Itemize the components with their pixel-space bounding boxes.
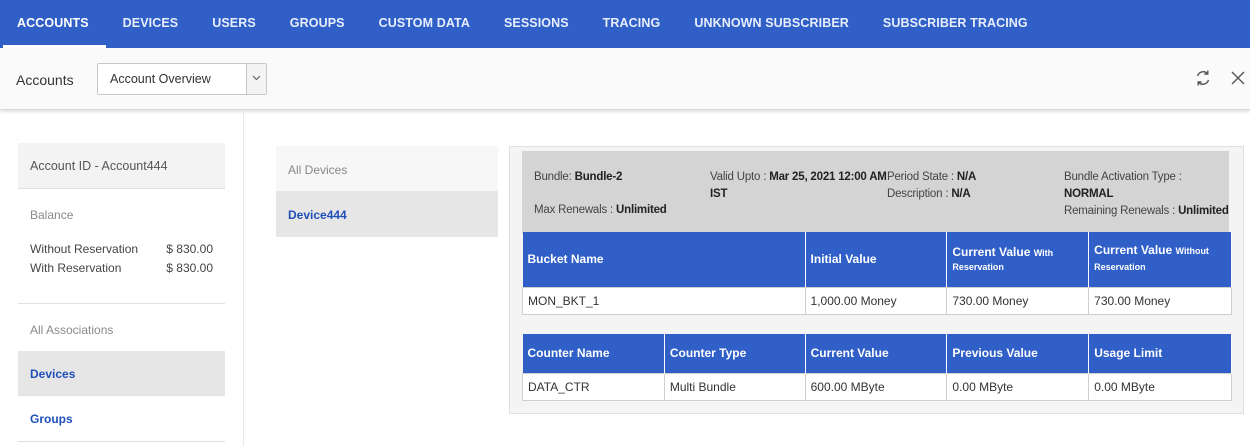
column-header: Current Value With Reservation — [946, 232, 1090, 287]
table-cell: 0.00 MByte — [946, 372, 1090, 401]
column-header: Current Value — [805, 334, 948, 373]
field-value: Mar 25, 2021 12:00 AM — [769, 171, 887, 183]
bundle-name: Bundle: Bundle-2 — [534, 169, 622, 186]
field-value: IST — [710, 188, 728, 200]
close-icon[interactable] — [1229, 69, 1247, 87]
bundle-info: Bundle: Bundle-2 Max Renewals : Unlimite… — [522, 151, 1229, 234]
tab-accounts[interactable]: ACCOUNTS — [0, 0, 106, 48]
table-cell: 600.00 MByte — [804, 372, 948, 401]
field-label: Remaining Renewals : — [1064, 205, 1179, 217]
column-header-text: Current Value — [1094, 243, 1173, 258]
balance-row-label: Without Reservation — [30, 242, 139, 256]
column-header: Counter Name — [522, 334, 665, 373]
tab-custom-data[interactable]: CUSTOM DATA — [362, 0, 487, 48]
column-header: Counter Type — [664, 334, 806, 373]
divider — [18, 441, 225, 442]
balance-row-amount: $ 830.00 — [166, 261, 213, 275]
table-cell: 0.00 MByte — [1088, 372, 1232, 401]
column-header-text: Current Value — [952, 245, 1031, 260]
associations-label: All Associations — [30, 323, 114, 337]
valid-upto: Valid Upto : Mar 25, 2021 12:00 AM IST — [710, 169, 887, 203]
device-item-label: Device444 — [288, 208, 347, 222]
table-cell: Multi Bundle — [663, 372, 806, 401]
field-label: Description : — [887, 188, 952, 200]
column-header: Previous Value — [946, 334, 1090, 373]
balance-row-with-reservation: With Reservation $ 830.00 — [30, 261, 213, 275]
field-value: Unlimited — [616, 204, 667, 216]
table-row: DATA_CTR Multi Bundle 600.00 MByte 0.00 … — [522, 372, 1232, 401]
account-id-header: Account ID - Account444 — [18, 143, 225, 189]
bundle-activation: Bundle Activation Type : NORMAL Remainin… — [1064, 169, 1229, 220]
table-cell: MON_BKT_1 — [522, 286, 806, 315]
field-value: Unlimited — [1178, 205, 1229, 217]
max-renewals: Max Renewals : Unlimited — [534, 202, 667, 219]
divider — [18, 303, 225, 304]
field-value: NORMAL — [1064, 188, 1114, 200]
bucket-table: Bucket Name Initial Value Current Value … — [522, 232, 1232, 315]
top-navigation: ACCOUNTS DEVICES USERS GROUPS CUSTOM DAT… — [0, 0, 1250, 48]
tab-groups[interactable]: GROUPS — [273, 0, 362, 48]
balance-label: Balance — [30, 208, 74, 222]
field-value: Bundle-2 — [574, 171, 623, 183]
association-item-groups[interactable]: Groups — [18, 396, 225, 441]
field-value: N/A — [951, 188, 971, 200]
tab-unknown-subscriber[interactable]: UNKNOWN SUBSCRIBER — [677, 0, 866, 48]
column-header: Current Value Without Reservation — [1088, 232, 1232, 287]
tab-devices[interactable]: DEVICES — [106, 0, 196, 48]
bundle-panel: Bundle: Bundle-2 Max Renewals : Unlimite… — [509, 146, 1244, 414]
table-cell: 730.00 Money — [1088, 286, 1232, 315]
balance-row-label: With Reservation — [30, 261, 122, 275]
field-label: Bundle: — [534, 171, 575, 183]
table-cell: 730.00 Money — [946, 286, 1090, 315]
table-cell: 1,000.00 Money — [804, 286, 948, 315]
balance-row-without-reservation: Without Reservation $ 830.00 — [30, 242, 213, 256]
association-item-devices[interactable]: Devices — [18, 351, 225, 396]
field-label: Max Renewals : — [534, 204, 617, 216]
chevron-down-icon[interactable] — [246, 64, 266, 94]
devices-list-header: All Devices — [276, 146, 498, 192]
tab-tracing[interactable]: TRACING — [586, 0, 678, 48]
column-header: Bucket Name — [522, 232, 806, 287]
page-title: Accounts — [16, 72, 74, 88]
field-label: Period State : — [887, 171, 957, 183]
association-item-label: Groups — [30, 412, 73, 426]
devices-list-title: All Devices — [288, 163, 348, 177]
page-header: Accounts Account Overview — [0, 48, 1250, 110]
account-summary-panel: Account ID - Account444 Balance Without … — [0, 111, 244, 446]
column-header: Usage Limit — [1088, 334, 1232, 373]
balance-row-amount: $ 830.00 — [166, 242, 213, 256]
association-item-label: Devices — [30, 367, 76, 381]
field-label: Valid Upto : — [710, 171, 770, 183]
device-item[interactable]: Device444 — [276, 192, 498, 237]
field-value: N/A — [956, 171, 977, 183]
counter-table: Counter Name Counter Type Current Value … — [522, 334, 1232, 401]
period-state: Period State : N/A Description : N/A — [887, 169, 976, 203]
view-select-value: Account Overview — [110, 72, 211, 86]
account-id: Account ID - Account444 — [30, 159, 168, 173]
table-header-row: Counter Name Counter Type Current Value … — [522, 334, 1232, 373]
table-row: MON_BKT_1 1,000.00 Money 730.00 Money 73… — [522, 286, 1232, 315]
table-header-row: Bucket Name Initial Value Current Value … — [522, 232, 1232, 287]
view-select[interactable]: Account Overview — [97, 63, 267, 95]
column-header: Initial Value — [805, 232, 948, 287]
field-label: Bundle Activation Type : — [1064, 171, 1182, 183]
tab-users[interactable]: USERS — [195, 0, 273, 48]
refresh-icon[interactable] — [1193, 68, 1213, 88]
tab-subscriber-tracing[interactable]: SUBSCRIBER TRACING — [866, 0, 1045, 48]
table-cell: DATA_CTR — [522, 372, 665, 401]
tab-sessions[interactable]: SESSIONS — [487, 0, 586, 48]
